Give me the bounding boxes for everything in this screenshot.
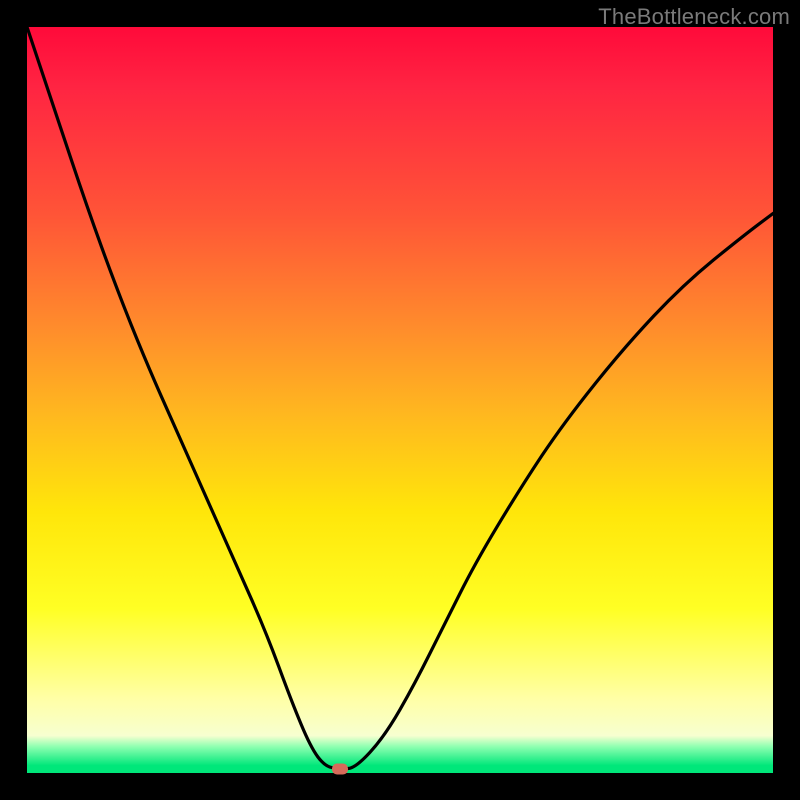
bottleneck-curve (27, 27, 773, 773)
chart-frame: TheBottleneck.com (0, 0, 800, 800)
plot-area (27, 27, 773, 773)
optimum-marker (332, 763, 348, 774)
watermark-text: TheBottleneck.com (598, 4, 790, 30)
